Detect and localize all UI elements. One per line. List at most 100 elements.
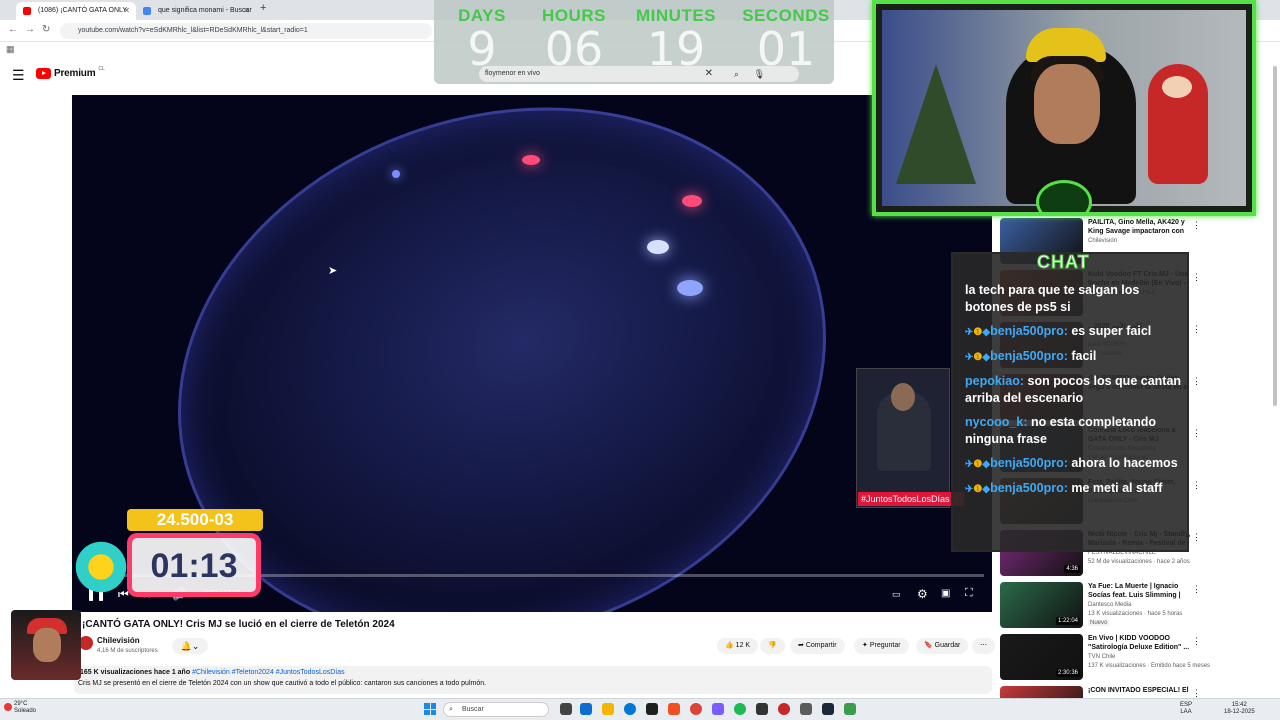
more-vertical-icon[interactable]: ⋮ <box>1192 428 1201 439</box>
scroll-thumb[interactable] <box>1273 66 1277 406</box>
chat-messages: la tech para que te salgan los botones d… <box>965 282 1185 505</box>
share-button[interactable]: ➦ Compartir <box>790 638 845 654</box>
recommended-channel[interactable]: Dantesco Media <box>1088 602 1131 608</box>
new-tab-icon[interactable]: + <box>260 2 266 14</box>
streamer-webcam <box>872 0 1256 216</box>
stage-light <box>682 195 702 207</box>
description-hashtags[interactable]: #Chilevisión #Teleton2024 #JuntosTodosLo… <box>192 669 345 676</box>
weather-temp: 29°C <box>14 701 28 707</box>
more-actions-button[interactable]: ⋯ <box>972 638 995 654</box>
close-tab-icon[interactable]: ✕ <box>243 2 250 20</box>
recommended-channel[interactable]: TVN Chile <box>1088 654 1115 660</box>
browser-tab-search[interactable]: que significa monami - Buscar ✕ <box>136 2 256 20</box>
chat-username: benja500pro: <box>990 324 1068 338</box>
spotify-icon[interactable] <box>734 703 746 715</box>
badge-icon: ❶ <box>973 484 983 495</box>
system-clock[interactable]: 15:42 18-12-2025 <box>1224 702 1255 716</box>
diamond-icon: ◆ <box>982 327 991 338</box>
taskbar-search-input[interactable]: ⌕ Buscar <box>443 702 549 717</box>
back-icon[interactable]: ← <box>8 24 18 35</box>
score-decoration <box>72 537 130 597</box>
google-favicon-icon <box>143 7 151 15</box>
lang-layout: LAA <box>1180 709 1192 715</box>
app-icon[interactable] <box>800 703 812 715</box>
save-button[interactable]: 🔖 Guardar <box>916 638 969 654</box>
office-icon[interactable] <box>668 703 680 715</box>
video-thumbnail[interactable]: 1:22:04 <box>1000 582 1083 628</box>
chat-text: es super faicl <box>1071 324 1152 338</box>
weather-widget[interactable]: 29°C Soleado <box>4 701 37 715</box>
language-indicator[interactable]: ESP LAA <box>1180 702 1192 716</box>
more-vertical-icon[interactable]: ⋮ <box>1192 272 1201 283</box>
discord-icon[interactable] <box>712 703 724 715</box>
streamer-avatar <box>11 610 81 680</box>
stage-light <box>677 280 703 296</box>
apps-grid-icon[interactable]: ▦ <box>6 44 15 55</box>
video-thumbnail[interactable]: 2:30:36 <box>1000 634 1083 680</box>
search-icon[interactable]: ⌕ <box>734 66 739 82</box>
store-icon[interactable] <box>646 703 658 715</box>
taskbar-search-label: Buscar <box>462 706 484 713</box>
chat-message: ✈❶◆benja500pro: ahora lo hacemos <box>965 455 1185 473</box>
miniplayer-icon[interactable]: ▣ <box>941 588 950 599</box>
weather-desc: Soleado <box>14 708 37 714</box>
more-vertical-icon[interactable]: ⋮ <box>1192 532 1201 543</box>
windows-start-icon[interactable] <box>424 703 436 715</box>
settings-gear-icon[interactable]: ⚙ <box>917 587 928 601</box>
file-explorer-icon[interactable] <box>602 703 614 715</box>
more-vertical-icon[interactable]: ⋮ <box>1192 636 1201 647</box>
search-input[interactable]: floymenor en vivo ✕ ⌕ 🎙 <box>479 66 799 82</box>
obs-icon[interactable] <box>778 703 790 715</box>
close-tab-icon[interactable]: ✕ <box>123 2 130 20</box>
stage-light <box>392 170 400 178</box>
clock-date: 18-12-2025 <box>1224 709 1255 715</box>
chrome-icon[interactable] <box>690 703 702 715</box>
edge-icon[interactable] <box>624 703 636 715</box>
app-icon[interactable] <box>844 703 856 715</box>
more-vertical-icon[interactable]: ⋮ <box>1192 480 1201 491</box>
duration-badge: 1:22:04 <box>1055 617 1080 625</box>
terminal-icon[interactable] <box>756 703 768 715</box>
menu-icon[interactable]: ☰ <box>12 67 25 84</box>
stage-light <box>647 240 669 254</box>
recommended-title[interactable]: Ya Fue: La Muerte | Ignacio Socías feat.… <box>1088 582 1193 600</box>
recommended-title[interactable]: ¡CON INVITADO ESPECIAL! El <box>1088 686 1193 695</box>
subtitles-icon[interactable]: ▭ <box>892 589 901 600</box>
notification-bell-button[interactable]: 🔔⌄ <box>172 638 208 654</box>
browser-tab-youtube[interactable]: (1086) ¡CANTÓ GATA ONLY ✕ <box>16 2 136 20</box>
recommended-video[interactable]: 1:22:04 Ya Fue: La Muerte | Ignacio Socía… <box>1000 582 1205 630</box>
recommended-channel[interactable]: Chilevisión <box>1088 238 1117 244</box>
recommended-title[interactable]: En Vivo | KIDD VOODOO "Satirología Delux… <box>1088 634 1193 652</box>
recommended-video[interactable]: 2:30:36 En Vivo | KIDD VOODOO "Satirologí… <box>1000 634 1210 682</box>
video-title: ¡CANTÓ GATA ONLY! Cris MJ se lució en el… <box>82 619 395 630</box>
steam-icon[interactable] <box>822 703 834 715</box>
more-vertical-icon[interactable]: ⋮ <box>1192 584 1201 595</box>
microphone-icon[interactable]: 🎙 <box>754 66 765 82</box>
fullscreen-icon[interactable]: ⛶ <box>965 587 973 600</box>
search-icon: ⌕ <box>449 706 453 713</box>
widgets-icon[interactable] <box>580 703 592 715</box>
logo-text: Premium <box>54 68 96 79</box>
reload-icon[interactable]: ↻ <box>42 24 50 35</box>
task-view-icon[interactable] <box>560 703 572 715</box>
description-box[interactable]: 165 K visualizaciones hace 1 año #Chilev… <box>74 666 992 694</box>
like-button[interactable]: 👍 12 K <box>717 638 759 654</box>
recommended-title[interactable]: PAILITA, Gino Mella, AK420 y King Savage… <box>1088 218 1193 236</box>
more-vertical-icon[interactable]: ⋮ <box>1192 220 1201 231</box>
clear-search-icon[interactable]: ✕ <box>705 66 713 82</box>
forward-icon[interactable]: → <box>25 24 35 35</box>
url-input[interactable]: youtube.com/watch?v=eSdKMRhlc_l&list=RDe… <box>60 23 432 39</box>
more-vertical-icon[interactable]: ⋮ <box>1192 376 1201 387</box>
page-scrollbar[interactable] <box>1272 58 1278 698</box>
ask-label: Preguntar <box>869 642 901 649</box>
more-vertical-icon[interactable]: ⋮ <box>1192 324 1201 335</box>
channel-name[interactable]: Chilevisión <box>97 636 140 645</box>
ask-button[interactable]: ✦ Preguntar <box>854 638 909 654</box>
chat-overlay: CHAT la tech para que te salgan los boto… <box>951 252 1189 552</box>
badge-icon: ❶ <box>973 327 983 338</box>
chat-message: ✈❶◆benja500pro: facil <box>965 348 1185 366</box>
recommended-stats: 52 M de visualizaciones · hace 2 años <box>1088 559 1190 565</box>
dislike-button[interactable]: 👎 <box>760 638 785 654</box>
channel-avatar[interactable] <box>79 636 93 650</box>
youtube-premium-logo[interactable]: Premium CL <box>36 66 105 79</box>
